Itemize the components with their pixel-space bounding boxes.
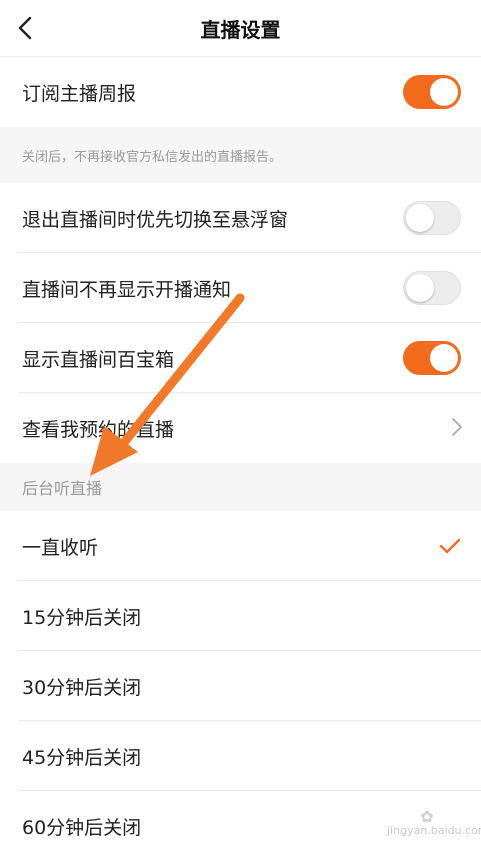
show-treasure-row: 显示直播间百宝箱 (0, 323, 481, 393)
option-45min[interactable]: 45分钟后关闭 (0, 721, 481, 791)
option-label: 45分钟后关闭 (22, 746, 142, 769)
option-label: 15分钟后关闭 (22, 606, 142, 629)
view-reserved-row[interactable]: 查看我预约的直播 (0, 393, 481, 463)
checkmark-icon (439, 538, 461, 554)
float-window-row: 退出直播间时优先切换至悬浮窗 (0, 183, 481, 253)
header-bar: 直播设置 (0, 0, 481, 57)
option-always-listen[interactable]: 一直收听 (0, 511, 481, 581)
no-live-notice-row: 直播间不再显示开播通知 (0, 253, 481, 323)
watermark: ✿ jingyan.baidu.com (387, 807, 481, 840)
view-reserved-label: 查看我预约的直播 (22, 418, 175, 441)
option-label: 60分钟后关闭 (22, 816, 142, 839)
toggle-knob (406, 204, 434, 232)
option-15min[interactable]: 15分钟后关闭 (0, 581, 481, 651)
float-window-label: 退出直播间时优先切换至悬浮窗 (22, 208, 289, 231)
baidu-paw-icon: ✿ (420, 807, 434, 826)
show-treasure-toggle[interactable] (403, 341, 461, 375)
float-window-toggle[interactable] (403, 201, 461, 235)
option-label: 30分钟后关闭 (22, 676, 142, 699)
option-label: 一直收听 (22, 536, 99, 559)
toggle-knob (430, 344, 458, 372)
subscribe-note: 关闭后，不再接收官方私信发出的直播报告。 (0, 127, 481, 183)
page-title: 直播设置 (200, 18, 281, 42)
subscribe-weekly-row: 订阅主播周报 (0, 57, 481, 127)
no-live-notice-toggle[interactable] (403, 271, 461, 305)
no-live-notice-label: 直播间不再显示开播通知 (22, 278, 232, 301)
subscribe-weekly-label: 订阅主播周报 (22, 82, 137, 105)
option-30min[interactable]: 30分钟后关闭 (0, 651, 481, 721)
section-header-background-listen: 后台听直播 (0, 463, 481, 511)
subscribe-weekly-toggle[interactable] (403, 75, 461, 109)
show-treasure-label: 显示直播间百宝箱 (22, 348, 175, 371)
watermark-text: jingyan.baidu.com (387, 824, 481, 837)
toggle-knob (430, 78, 458, 106)
chevron-right-icon (452, 418, 462, 436)
toggle-knob (406, 274, 434, 302)
